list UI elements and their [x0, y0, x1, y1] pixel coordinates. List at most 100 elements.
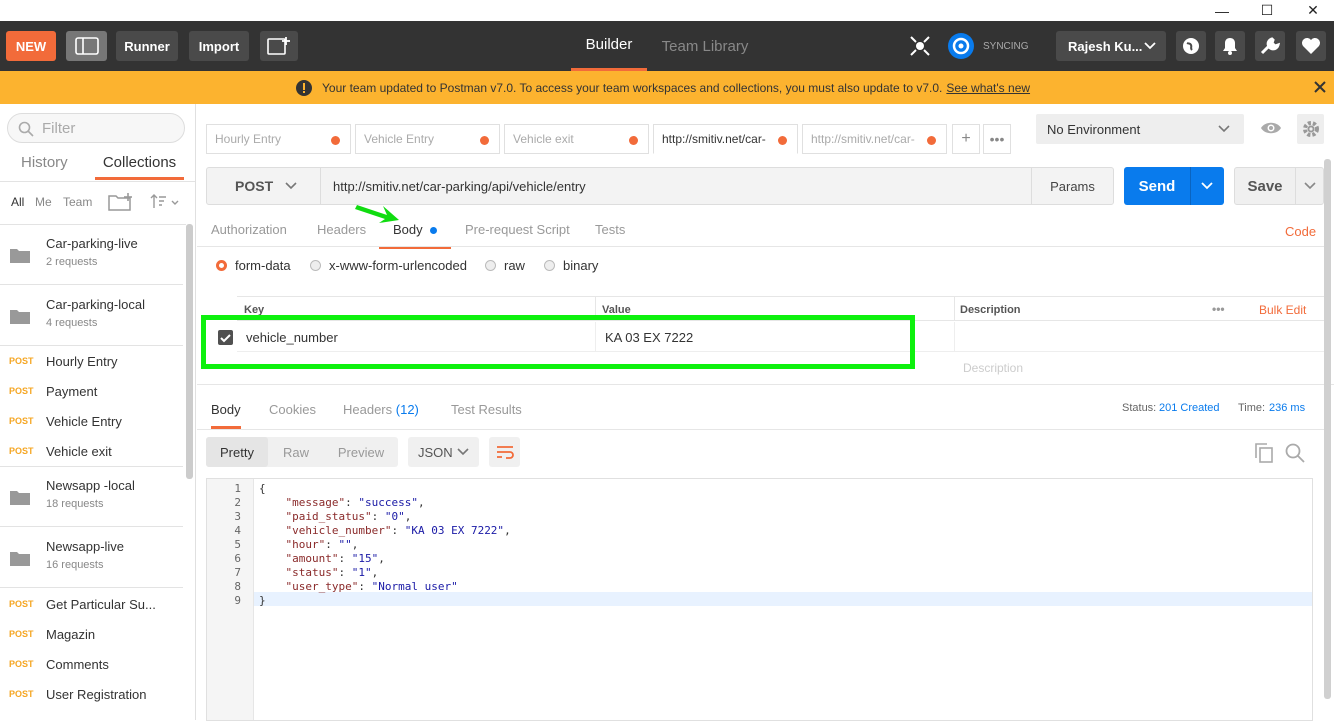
filter-input[interactable]: Filter — [7, 113, 185, 143]
folder-icon — [10, 491, 30, 505]
code-link[interactable]: Code — [1285, 224, 1316, 239]
line-number: 6 — [234, 552, 241, 565]
collection-item[interactable]: Car-parking-live 2 requests — [0, 225, 183, 285]
main-scrollbar[interactable] — [1324, 159, 1331, 699]
close-button[interactable]: ✕ — [1290, 0, 1334, 21]
method-badge: POST — [9, 356, 34, 366]
new-button[interactable]: NEW — [6, 31, 56, 61]
method-select[interactable]: POST — [207, 168, 321, 204]
json-line: "user_type": "Normal user" — [285, 580, 458, 593]
search-icon[interactable] — [1285, 443, 1305, 463]
tab-body[interactable]: Body — [379, 222, 452, 249]
radio-raw[interactable]: raw — [485, 258, 525, 273]
tab-authorization[interactable]: Authorization — [211, 222, 287, 237]
request-tab[interactable]: Vehicle Entry — [355, 124, 500, 154]
radio-urlencoded[interactable]: x-www-form-urlencoded — [310, 258, 467, 273]
maximize-button[interactable]: ☐ — [1244, 0, 1290, 21]
globe-button[interactable] — [1176, 31, 1206, 61]
toggle-sidebar-button[interactable] — [66, 31, 107, 61]
format-select[interactable]: JSON — [408, 437, 479, 467]
environment-settings-button[interactable] — [1297, 114, 1324, 144]
request-item[interactable]: POST Payment — [0, 376, 183, 406]
sidebar-scrollbar[interactable] — [186, 224, 193, 479]
eye-icon[interactable] — [1260, 120, 1282, 136]
request-item[interactable]: POST Hourly Entry — [0, 346, 183, 376]
add-tab-button[interactable]: + — [952, 124, 980, 154]
view-pretty[interactable]: Pretty — [206, 437, 268, 467]
request-tab[interactable]: Vehicle exit — [504, 124, 649, 154]
response-body-editor[interactable]: 1 2 3 4 5 6 7 8 9 { "message": "success"… — [206, 478, 1313, 721]
notifications-button[interactable] — [1215, 31, 1245, 61]
response-tab-test-results[interactable]: Test Results — [451, 402, 522, 417]
request-item[interactable]: POST Magazin — [0, 619, 183, 649]
folder-icon — [10, 310, 30, 324]
filter-all[interactable]: All — [11, 195, 24, 209]
response-tab-cookies[interactable]: Cookies — [269, 402, 316, 417]
new-collection-icon[interactable] — [108, 192, 134, 212]
wrap-lines-button[interactable] — [489, 437, 520, 467]
banner-link[interactable]: See what's new — [946, 81, 1030, 95]
collection-item[interactable]: Newsapp -local 18 requests — [0, 467, 183, 527]
chevron-down-icon[interactable] — [1304, 182, 1316, 190]
close-icon[interactable] — [1314, 81, 1326, 93]
copy-icon[interactable] — [1255, 443, 1273, 463]
request-item[interactable]: POST Vehicle Entry — [0, 406, 183, 436]
radio-label: raw — [504, 258, 525, 273]
request-name: Comments — [46, 656, 109, 672]
request-item[interactable]: POST Comments — [0, 649, 183, 679]
tab-builder[interactable]: Builder — [571, 21, 647, 71]
more-options-icon[interactable]: ••• — [1212, 302, 1225, 316]
request-tab-active[interactable]: http://smitiv.net/car- — [653, 124, 798, 154]
interceptor-button[interactable] — [905, 31, 935, 61]
bulk-edit-link[interactable]: Bulk Edit — [1259, 303, 1306, 317]
radio-binary[interactable]: binary — [544, 258, 598, 273]
headers-count: (12) — [395, 402, 419, 417]
tab-collections[interactable]: Collections — [95, 154, 184, 180]
collection-count: 2 requests — [46, 256, 98, 268]
request-tab-label: http://smitiv.net/car- — [811, 132, 915, 146]
view-raw[interactable]: Raw — [268, 437, 324, 467]
bell-icon — [1223, 38, 1237, 55]
window-title-bar: — ☐ ✕ — [0, 0, 1334, 21]
status-value: 201 Created — [1159, 402, 1220, 414]
description-placeholder[interactable]: Description — [963, 361, 1023, 375]
radio-label: form-data — [235, 258, 291, 273]
response-tab-body[interactable]: Body — [211, 402, 241, 429]
import-button[interactable]: Import — [189, 31, 249, 61]
environment-select[interactable]: No Environment — [1036, 114, 1244, 144]
more-tabs-button[interactable]: ••• — [983, 124, 1011, 154]
collection-count: 16 requests — [46, 559, 104, 571]
sync-status[interactable]: SYNCING — [947, 32, 1029, 60]
collection-item[interactable]: Car-parking-local 4 requests — [0, 286, 183, 346]
favorite-button[interactable] — [1296, 31, 1326, 61]
collection-item[interactable]: Newsapp-live 16 requests — [0, 528, 183, 588]
params-button[interactable]: Params — [1031, 168, 1113, 204]
settings-button[interactable] — [1255, 31, 1285, 61]
minimize-button[interactable]: — — [1199, 0, 1245, 21]
request-item[interactable]: POST Vehicle exit — [0, 436, 183, 466]
filter-me[interactable]: Me — [35, 195, 52, 209]
request-tab-label: http://smitiv.net/car- — [662, 132, 766, 146]
request-tab[interactable]: http://smitiv.net/car- — [802, 124, 947, 154]
tab-tests[interactable]: Tests — [595, 222, 625, 237]
chevron-down-icon[interactable] — [1201, 182, 1213, 190]
filter-team[interactable]: Team — [63, 195, 92, 209]
response-tab-headers[interactable]: Headers (12) — [343, 402, 419, 417]
url-input[interactable]: http://smitiv.net/car-parking/api/vehicl… — [333, 168, 586, 204]
radio-form-data[interactable]: form-data — [216, 258, 291, 273]
request-item[interactable]: POST Get Particular Su... — [0, 589, 183, 619]
request-tab[interactable]: Hourly Entry — [206, 124, 351, 154]
request-item[interactable]: POST User Registration — [0, 679, 183, 709]
save-button[interactable]: Save — [1234, 167, 1324, 205]
tab-pre-request-script[interactable]: Pre-request Script — [465, 222, 570, 237]
tab-history[interactable]: History — [21, 154, 68, 171]
runner-button[interactable]: Runner — [116, 31, 178, 61]
tab-team-library[interactable]: Team Library — [651, 21, 759, 71]
new-window-button[interactable] — [260, 31, 298, 61]
radio-dot — [485, 260, 496, 271]
view-preview[interactable]: Preview — [326, 437, 396, 467]
send-button[interactable]: Send — [1124, 167, 1224, 205]
sort-icon[interactable] — [150, 194, 180, 210]
user-menu-button[interactable]: Rajesh Ku... — [1056, 31, 1166, 61]
line-number: 4 — [234, 524, 241, 537]
